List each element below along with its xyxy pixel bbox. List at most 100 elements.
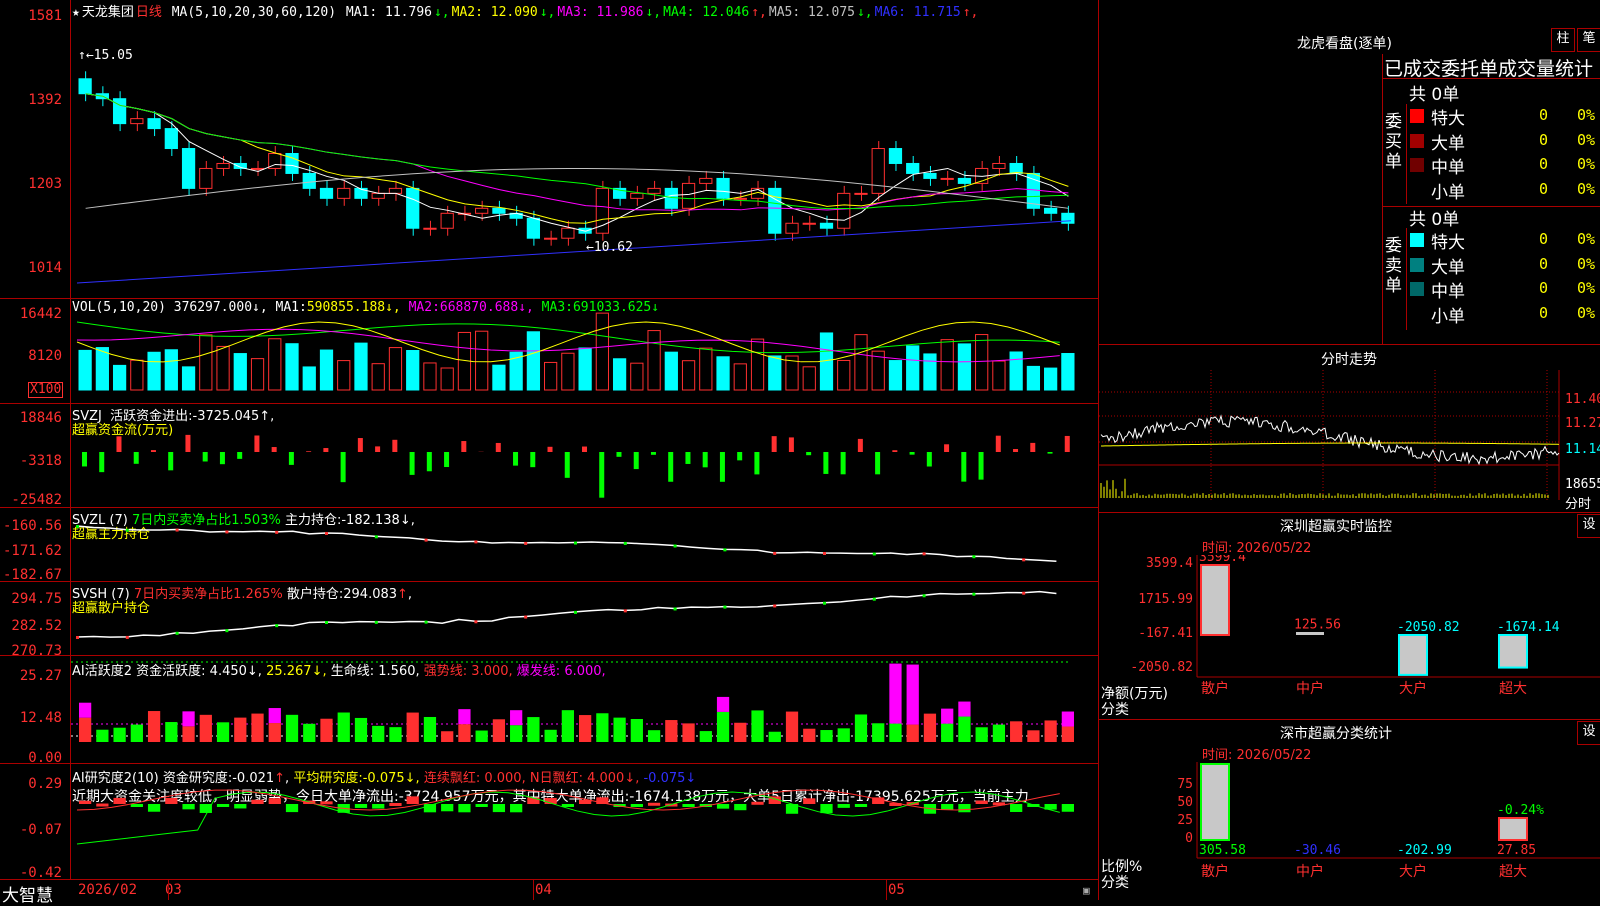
- flow-bar: [823, 452, 828, 474]
- activity-bar: [338, 713, 350, 742]
- retail-position-chart[interactable]: [71, 582, 1097, 654]
- ratio-bar-chart[interactable]: 7550250305.58散户-30.46中户-202.99大户27.85-0.…: [1099, 762, 1600, 900]
- activity-bar: [631, 719, 643, 742]
- holding-dot: [524, 616, 527, 619]
- candle-body: [79, 79, 91, 94]
- main-position-chart[interactable]: [71, 508, 1097, 580]
- holding-dot: [773, 552, 776, 555]
- bar-value-label: -2050.82: [1397, 620, 1460, 635]
- volume-bar: [338, 361, 350, 390]
- activity-bar: [217, 722, 229, 742]
- holding-line: [77, 592, 1056, 638]
- research-line: [77, 790, 1060, 810]
- research-bar: [320, 801, 332, 804]
- activity-bar: [769, 732, 781, 742]
- flow-bar: [323, 448, 328, 452]
- volume-bar: [407, 351, 419, 390]
- flow-bar: [99, 452, 104, 472]
- holding-dot: [375, 621, 378, 624]
- activity-bar: [1045, 720, 1057, 742]
- fund-flow-chart[interactable]: [71, 404, 1097, 506]
- chart-area[interactable]: ★天龙集团日线 MA(5,10,20,30,60,120) MA1: 11.79…: [0, 0, 1098, 900]
- intraday-price-label: 11.14: [1565, 442, 1600, 457]
- tick-view-button[interactable]: 笔: [1577, 28, 1600, 52]
- flow-bar: [1013, 449, 1018, 452]
- research-chart[interactable]: [71, 764, 1097, 878]
- monitor-settings-button[interactable]: 设: [1577, 514, 1600, 538]
- research-bar: [751, 802, 763, 805]
- flow-bar: [668, 452, 673, 482]
- bar-value-label: 27.85: [1497, 843, 1536, 858]
- activity-bar: [751, 710, 763, 742]
- intraday-price-label: 11.27: [1565, 416, 1600, 431]
- activity-bar: [596, 713, 608, 742]
- candle-body: [889, 149, 901, 164]
- vol-unit-label: X100: [28, 382, 63, 398]
- volume-bar: [131, 360, 143, 390]
- activity-bar: [889, 724, 901, 742]
- y-tick-label: -0.42: [0, 865, 62, 881]
- activity-chart[interactable]: [71, 656, 1097, 762]
- y-tick-label: 16442: [0, 306, 62, 322]
- volume-bar: [441, 368, 453, 390]
- candle-body: [131, 119, 143, 124]
- order-percent: 0%: [1577, 180, 1600, 198]
- lock-icon[interactable]: ▣: [1083, 884, 1090, 897]
- ma-line: [86, 94, 1069, 209]
- research-bar: [458, 804, 470, 812]
- activity-bar-top: [510, 710, 522, 725]
- order-percent: 0%: [1577, 131, 1600, 149]
- flow-bar: [116, 436, 121, 452]
- candlestick-chart[interactable]: [71, 14, 1097, 298]
- candle-body: [665, 188, 677, 208]
- research-bar: [355, 804, 367, 808]
- buy-label: 委买单: [1385, 112, 1405, 172]
- activity-bar: [493, 719, 505, 742]
- research-bar: [269, 798, 281, 804]
- monitor-title: 深圳超赢实时监控: [1280, 516, 1392, 536]
- flow-bar: [875, 452, 880, 474]
- order-size-label: 特大: [1431, 228, 1465, 253]
- holding-dot: [76, 636, 79, 639]
- flow-bar: [254, 435, 259, 452]
- holding-dot: [823, 602, 826, 605]
- holding-dot: [723, 606, 726, 609]
- activity-bar: [1062, 727, 1074, 742]
- candle-body: [803, 223, 815, 224]
- classify-settings-button[interactable]: 设: [1577, 721, 1600, 745]
- holding-dot: [176, 632, 179, 635]
- research-bar: [682, 804, 694, 807]
- research-bar: [803, 798, 815, 804]
- volume-bar: [389, 348, 401, 390]
- holding-dot: [126, 636, 129, 639]
- net-flow-bar-chart[interactable]: 3599.41715.99-167.41-2050.823599.4散户125.…: [1099, 555, 1600, 715]
- holding-dot: [325, 621, 328, 624]
- category-label: 大户: [1399, 863, 1427, 880]
- flow-bar: [806, 452, 811, 455]
- intraday-price-label: 11.40: [1565, 392, 1600, 407]
- candle-body: [372, 193, 384, 198]
- volume-chart[interactable]: [71, 312, 1097, 398]
- y-tick-label: 0.00: [0, 750, 62, 766]
- volume-bar: [924, 354, 936, 390]
- legend-swatch: [1410, 134, 1424, 148]
- candle-body: [820, 223, 832, 228]
- activity-bar-top: [889, 664, 901, 724]
- candle-body: [476, 208, 488, 213]
- y-tick-label: 25: [1177, 813, 1193, 828]
- intraday-title: 分时走势: [1321, 349, 1377, 369]
- volume-bar: [958, 344, 970, 390]
- candle-body: [1045, 208, 1057, 213]
- intraday-chart[interactable]: [1099, 370, 1600, 510]
- ma60-line: [86, 168, 1069, 208]
- flow-bar: [616, 452, 621, 457]
- flow-bar: [530, 452, 535, 467]
- bar-view-button[interactable]: 柱: [1551, 28, 1575, 52]
- activity-bar: [113, 728, 125, 742]
- holding-dot: [574, 611, 577, 614]
- volume-bar: [889, 361, 901, 390]
- flow-bar: [82, 452, 87, 466]
- activity-bar: [441, 731, 453, 742]
- activity-bar: [734, 723, 746, 742]
- category-label: 中户: [1296, 680, 1324, 697]
